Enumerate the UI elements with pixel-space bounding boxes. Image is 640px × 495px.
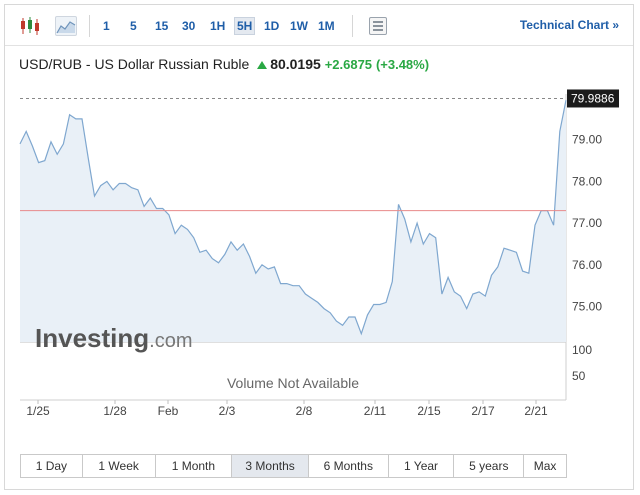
range-button-1-day[interactable]: 1 Day — [21, 455, 83, 477]
range-button-3-months[interactable]: 3 Months — [232, 455, 309, 477]
y-tick-label: 76.00 — [572, 258, 602, 272]
x-tick-label: 2/8 — [296, 404, 313, 418]
volume-unavailable-text: Volume Not Available — [227, 375, 359, 391]
range-button-1-week[interactable]: 1 Week — [82, 455, 156, 477]
x-tick-label: 2/21 — [524, 404, 548, 418]
range-button-1-year[interactable]: 1 Year — [388, 455, 455, 477]
y-tick-label: 78.00 — [572, 174, 602, 188]
price-area — [20, 100, 566, 342]
y-tick-label: 79.00 — [572, 133, 602, 147]
y-tick-label: 75.00 — [572, 300, 602, 314]
x-tick-label: 2/11 — [364, 404, 387, 418]
x-tick-label: 2/3 — [219, 404, 236, 418]
range-button-1-month[interactable]: 1 Month — [155, 455, 233, 477]
watermark-brand: Investing — [35, 323, 149, 353]
watermark-suffix: .com — [149, 330, 192, 352]
range-button-max[interactable]: Max — [524, 455, 567, 477]
x-tick-label: 1/28 — [103, 404, 127, 418]
range-selector: 1 Day 1 Week 1 Month 3 Months 6 Months 1 Year… — [20, 454, 567, 478]
x-tick-label: Feb — [158, 404, 179, 418]
last-price-label: 79.9886 — [571, 91, 615, 105]
chart-widget: 1 5 15 30 1H 5H 1D 1W 1M Technical Chart… — [4, 4, 634, 490]
range-button-5-years[interactable]: 5 years — [454, 455, 525, 477]
volume-tick-label: 100 — [572, 343, 592, 357]
x-tick-label: 1/25 — [26, 404, 50, 418]
price-chart[interactable]: 79.9886 79.00 78.00 77.00 76.00 75.00 100 50 1/2… — [5, 5, 633, 450]
x-tick-label: 2/17 — [471, 404, 495, 418]
y-tick-label: 77.00 — [572, 216, 602, 230]
x-tick-label: 2/15 — [417, 404, 441, 418]
range-button-6-months[interactable]: 6 Months — [308, 455, 389, 477]
volume-tick-label: 50 — [572, 369, 586, 383]
